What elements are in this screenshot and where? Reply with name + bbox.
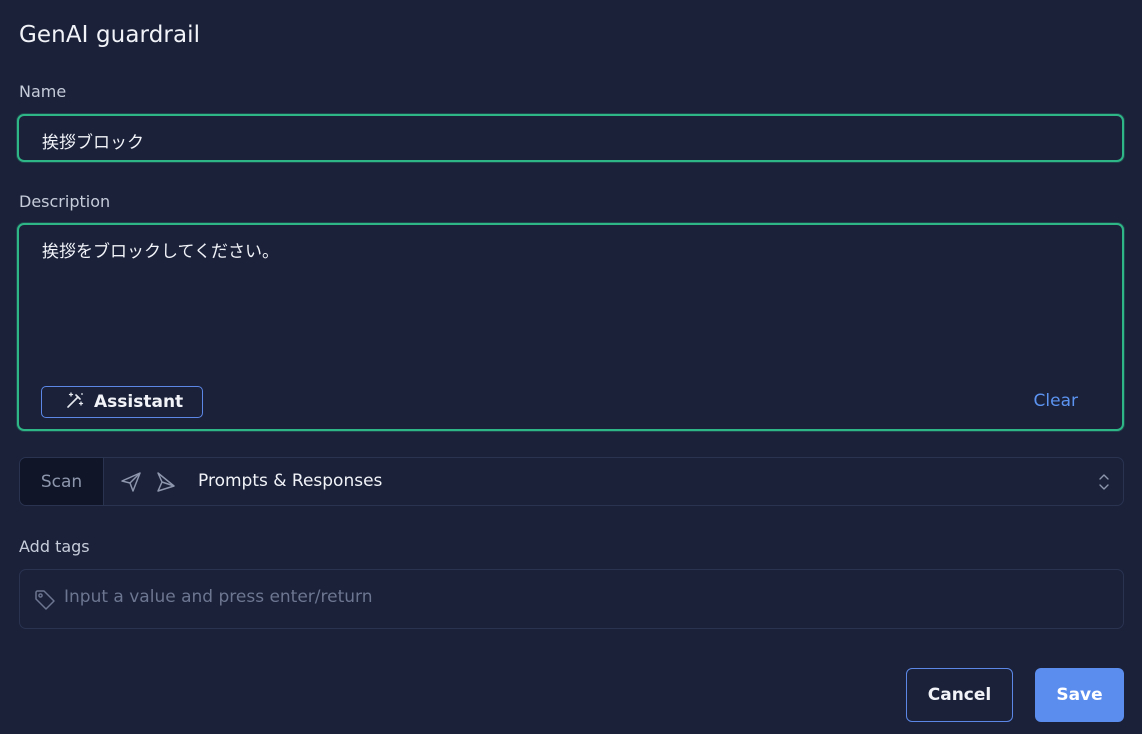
save-button[interactable]: Save [1035, 668, 1124, 722]
tag-icon [33, 588, 57, 616]
scan-select[interactable]: Scan Prompts & Responses [19, 457, 1124, 506]
assistant-label: Assistant [94, 392, 184, 412]
description-label: Description [19, 192, 111, 211]
description-value[interactable]: 挨拶をブロックしてください。 [42, 237, 279, 262]
name-field[interactable]: 挨拶ブロック [17, 114, 1124, 162]
dialog-title: GenAI guardrail [19, 22, 201, 48]
description-field[interactable]: 挨拶をブロックしてください。 Assistant Clear [17, 223, 1124, 431]
send-angled-icon [153, 470, 177, 498]
tags-field[interactable] [19, 569, 1124, 629]
magic-wand-icon [65, 390, 85, 414]
scan-badge: Scan [20, 458, 104, 505]
tags-input[interactable] [64, 587, 964, 607]
send-outline-icon [119, 470, 143, 498]
cancel-button[interactable]: Cancel [906, 668, 1013, 722]
tags-label: Add tags [19, 537, 90, 556]
guardrail-dialog: GenAI guardrail Name 挨拶ブロック Description … [0, 0, 1142, 734]
assistant-button[interactable]: Assistant [41, 386, 203, 418]
scan-value: Prompts & Responses [198, 471, 383, 491]
name-label: Name [19, 82, 67, 101]
clear-button[interactable]: Clear [1034, 391, 1078, 411]
name-value[interactable]: 挨拶ブロック [42, 128, 144, 153]
chevron-up-down-icon [1097, 471, 1111, 497]
